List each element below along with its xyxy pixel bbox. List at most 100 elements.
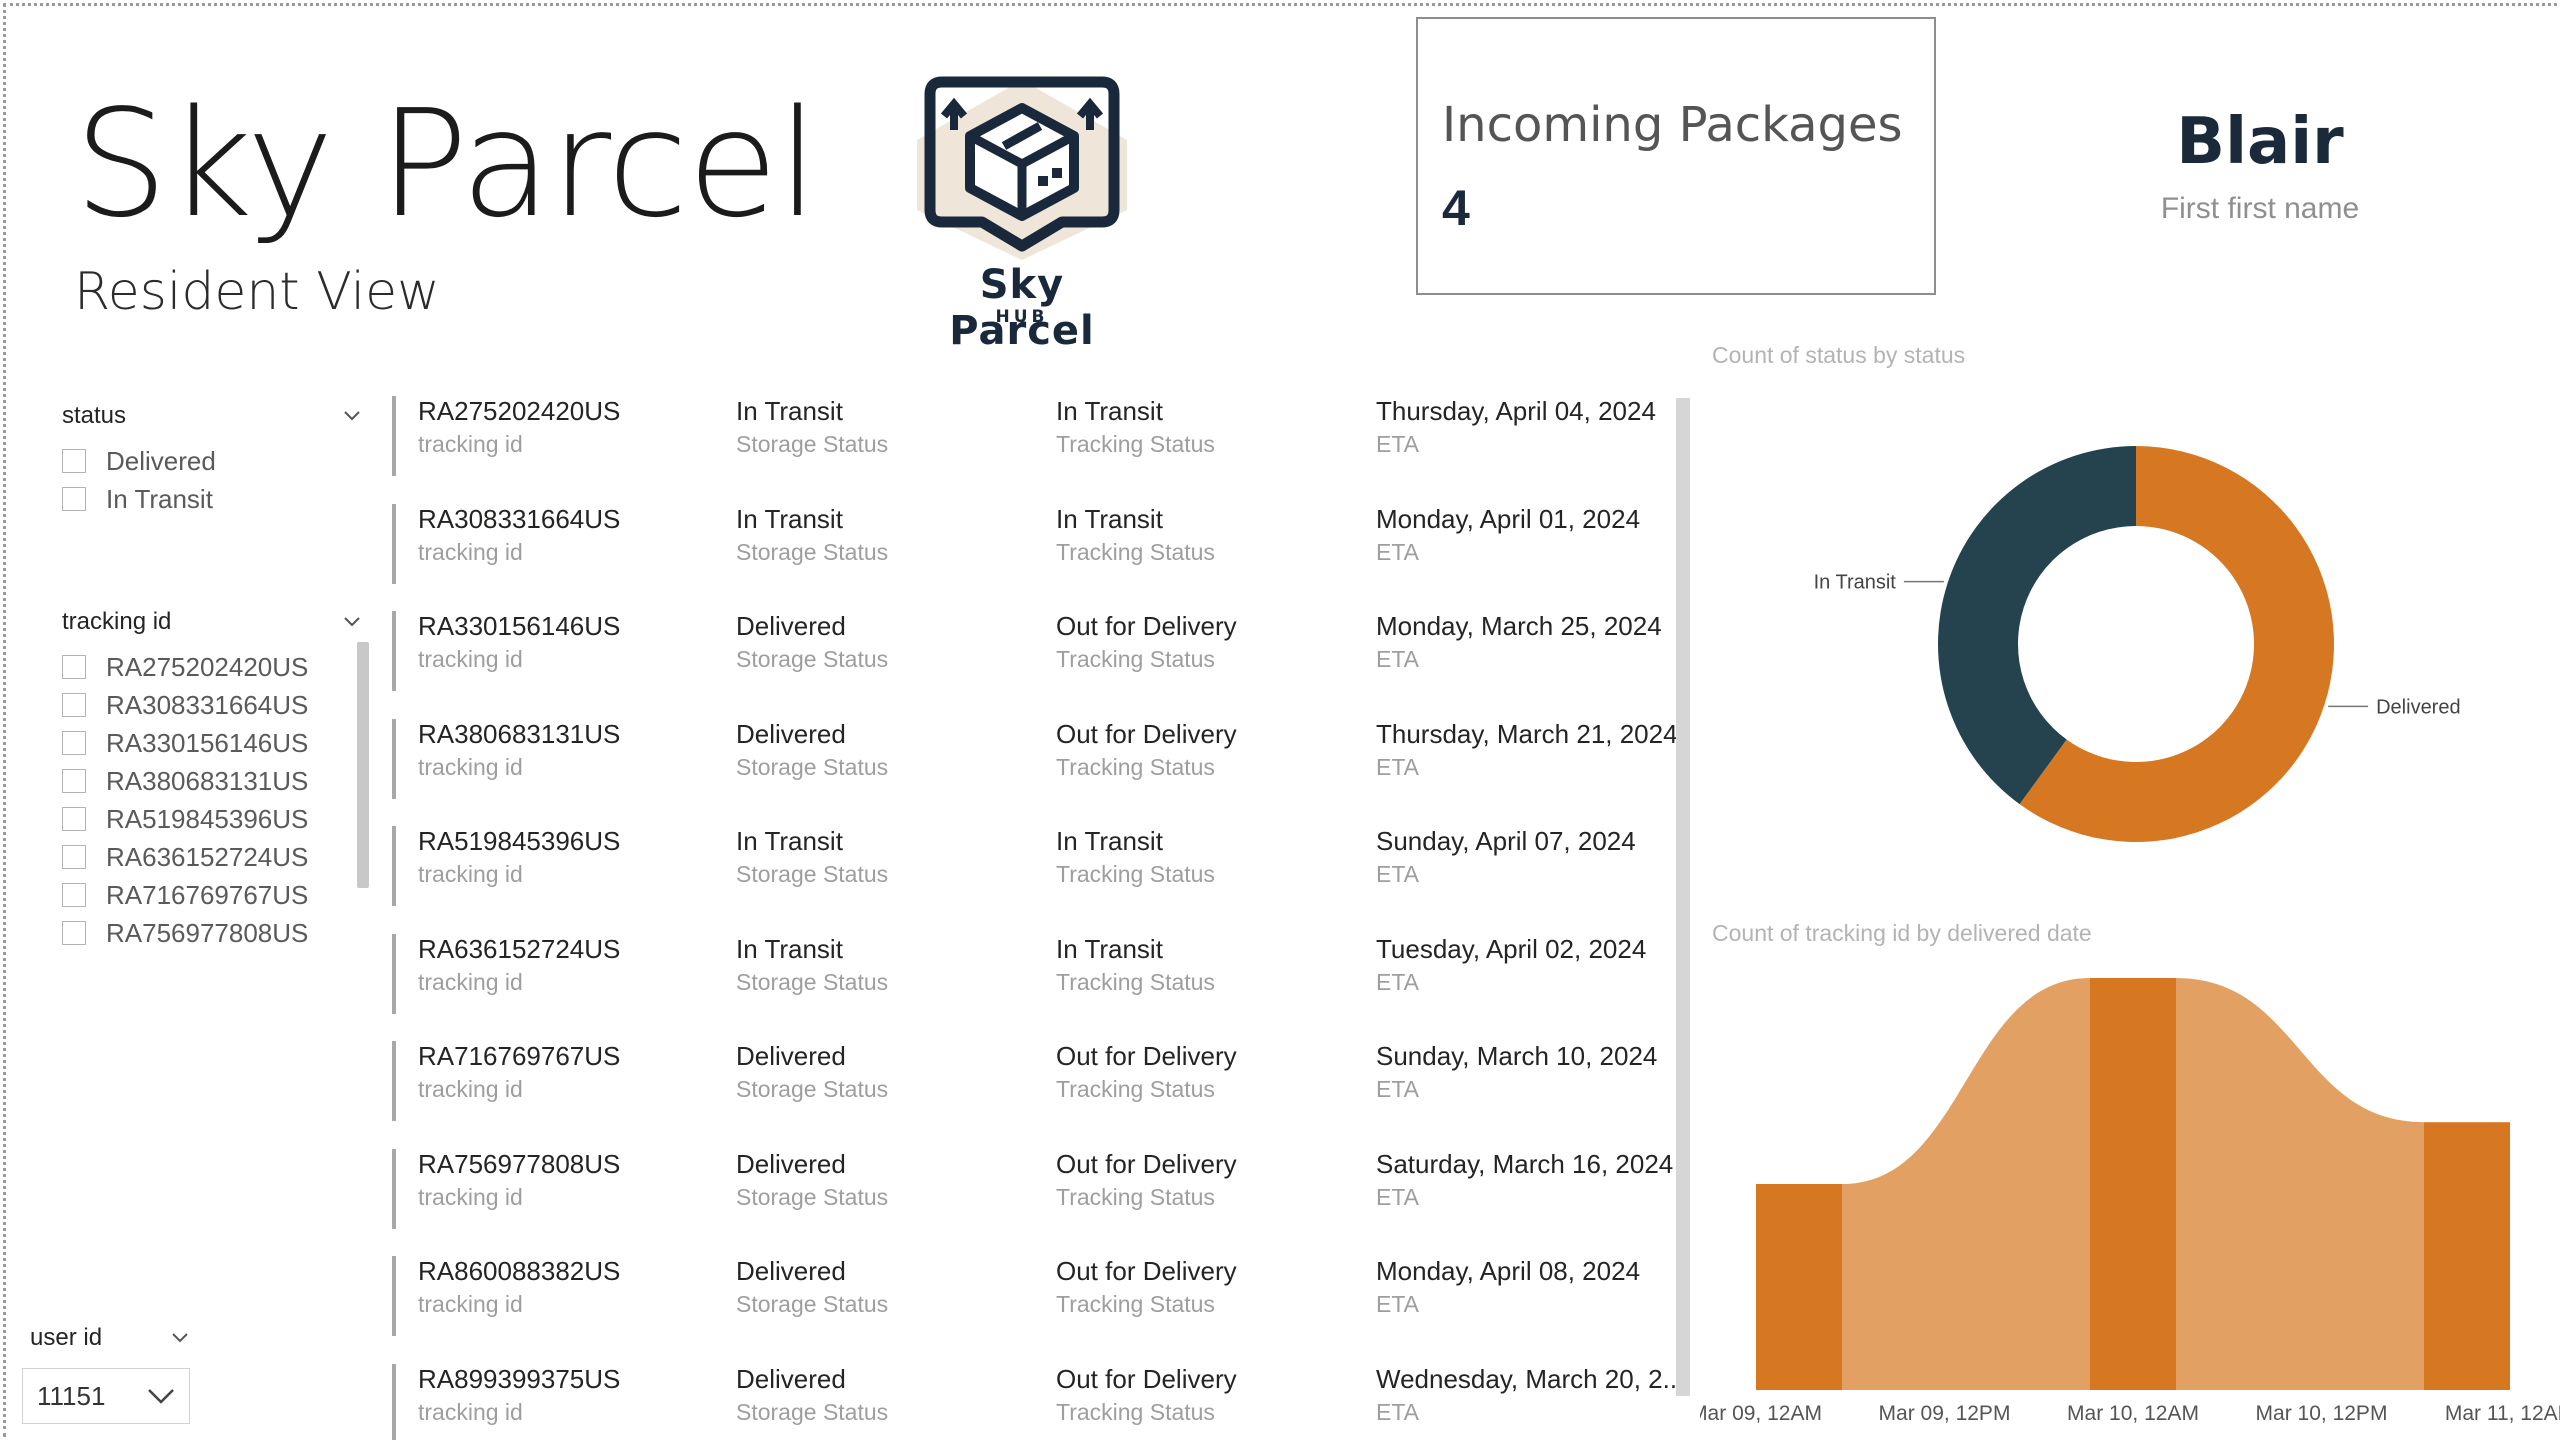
card-label: Incoming Packages: [1442, 97, 1903, 153]
user-id-slicer-header[interactable]: user id: [30, 1324, 190, 1352]
checkbox[interactable]: [62, 655, 86, 679]
donut-slice-in-transit[interactable]: [1938, 446, 2136, 805]
eta-value: Monday, April 01, 2024: [1376, 503, 1641, 534]
package-row[interactable]: RA716769767US tracking id Delivered Storage…: [392, 1041, 1682, 1121]
tracking-value: RA275202420US: [418, 396, 621, 426]
status-value: In Transit: [1056, 933, 1163, 964]
tracking-id-option-label: RA519845396US: [106, 803, 309, 834]
storage-cell: In Transit Storage Status: [736, 396, 888, 458]
storage-label: Storage Status: [736, 1076, 889, 1102]
ribbon-bar[interactable]: [2090, 978, 2176, 1390]
package-row[interactable]: RA275202420US tracking id In Transit Storag…: [392, 396, 1682, 476]
storage-label: Storage Status: [736, 753, 889, 780]
user-first-name: Blair: [2176, 105, 2344, 179]
status-cell: Out for Delivery Tracking Status: [1056, 719, 1237, 781]
checkbox[interactable]: [62, 731, 86, 755]
storage-label: Storage Status: [736, 861, 889, 887]
storage-label: Storage Status: [736, 1183, 889, 1210]
checkbox[interactable]: [62, 845, 86, 869]
checkbox[interactable]: [62, 807, 86, 831]
package-list: RA275202420US tracking id In Transit Storag…: [392, 396, 1685, 1440]
tracking-value: RA380683131US: [418, 718, 621, 749]
ribbon-bar[interactable]: [1756, 1184, 1842, 1390]
donut-chart-title: Count of status by status: [1712, 342, 1966, 368]
tracking-id-option-label: RA308331664US: [106, 689, 309, 720]
status-value: Out for Delivery: [1056, 1363, 1237, 1394]
status-option[interactable]: Delivered: [62, 442, 362, 480]
checkbox[interactable]: [62, 769, 86, 793]
ribbon-connector: [1842, 978, 2090, 1390]
tracking-id-option-label: RA756977808US: [106, 917, 309, 948]
tracking-id-option[interactable]: RA519845396US: [62, 800, 362, 838]
tracking-label: tracking id: [418, 1291, 523, 1317]
status-value: Out for Delivery: [1056, 718, 1237, 749]
x-tick-label: Mar 10, 12AM: [2067, 1402, 2199, 1425]
tracking-value: RA519845396US: [418, 826, 621, 856]
app-title: Sky Parcel: [74, 78, 818, 250]
status-option[interactable]: In Transit: [62, 480, 362, 518]
package-list-scrollbar[interactable]: [1676, 398, 1690, 1396]
tracking-id-slicer-header[interactable]: tracking id: [62, 608, 362, 636]
eta-cell: Monday, April 08, 2024 ETA: [1376, 1256, 1640, 1318]
tracking-label: tracking id: [418, 753, 523, 780]
eta-value: Monday, March 25, 2024: [1376, 611, 1662, 641]
chevron-down-icon[interactable]: [170, 1328, 190, 1348]
chevron-down-icon[interactable]: [147, 1386, 175, 1406]
tracking-id-option[interactable]: RA380683131US: [62, 762, 362, 800]
eta-value: Wednesday, March 20, 2...: [1376, 1363, 1685, 1394]
eta-label: ETA: [1376, 861, 1420, 887]
status-value: Out for Delivery: [1056, 1041, 1237, 1071]
package-row[interactable]: RA636152724US tracking id In Transit Storag…: [392, 933, 1682, 1014]
eta-value: Thursday, April 04, 2024: [1376, 396, 1656, 426]
delivered-date-ribbon-chart: Mar 09, 12AM Mar 09, 12PM Mar 10, 12AM Mar …: [1700, 978, 2560, 1425]
checkbox[interactable]: [62, 693, 86, 717]
tracking-id-slicer-title: tracking id: [62, 608, 172, 635]
incoming-packages-card: Incoming Packages 4: [1416, 17, 1936, 295]
package-row[interactable]: RA899399375US tracking id Delivered Storage…: [392, 1363, 1685, 1440]
status-slicer-header[interactable]: status: [62, 402, 362, 430]
chevron-down-icon[interactable]: [342, 612, 362, 632]
tracking-id-option[interactable]: RA716769767US: [62, 876, 362, 914]
eta-label: ETA: [1376, 538, 1420, 565]
status-cell: Out for Delivery Tracking Status: [1056, 1364, 1237, 1426]
package-row[interactable]: RA860088382US tracking id Delivered Storage…: [392, 1256, 1682, 1336]
package-row[interactable]: RA519845396US tracking id In Transit Storag…: [392, 826, 1682, 906]
tracking-id-option-label: RA716769767US: [106, 879, 309, 910]
status-cell: Out for Delivery Tracking Status: [1056, 1041, 1237, 1103]
eta-cell: Tuesday, April 02, 2024 ETA: [1376, 934, 1646, 996]
eta-label: ETA: [1376, 1076, 1420, 1102]
status-option-label: In Transit: [106, 483, 213, 514]
tracking-id-option[interactable]: RA756977808US: [62, 914, 362, 952]
storage-cell: Delivered Storage Status: [736, 719, 888, 781]
storage-cell: Delivered Storage Status: [736, 1149, 888, 1211]
package-row[interactable]: RA380683131US tracking id Delivered Storage…: [392, 718, 1682, 799]
package-row[interactable]: RA308331664US tracking id In Transit Storag…: [392, 503, 1682, 584]
tracking-cell: RA275202420US tracking id: [418, 396, 620, 458]
chevron-down-icon[interactable]: [342, 406, 362, 426]
tracking-id-option[interactable]: RA275202420US: [62, 648, 362, 686]
user-id-dropdown[interactable]: 11151: [22, 1368, 190, 1424]
status-label: Tracking Status: [1056, 753, 1215, 780]
package-row[interactable]: RA330156146US tracking id Delivered Storage…: [392, 611, 1682, 691]
tracking-slicer-scrollbar[interactable]: [357, 642, 369, 888]
storage-value: Delivered: [736, 1041, 846, 1071]
tracking-label: tracking id: [418, 968, 523, 995]
tracking-id-option[interactable]: RA636152724US: [62, 838, 362, 876]
tracking-id-option[interactable]: RA330156146US: [62, 724, 362, 762]
tracking-value: RA899399375US: [418, 1363, 621, 1394]
checkbox[interactable]: [62, 449, 86, 473]
x-tick-label: Mar 09, 12PM: [1879, 1402, 2011, 1425]
tracking-id-option[interactable]: RA308331664US: [62, 686, 362, 724]
status-donut-chart: Delivered In Transit: [1814, 446, 2461, 842]
ribbon-bar[interactable]: [2424, 1122, 2510, 1390]
checkbox[interactable]: [62, 883, 86, 907]
eta-label: ETA: [1376, 1183, 1420, 1210]
storage-value: Delivered: [736, 718, 846, 749]
checkbox[interactable]: [62, 487, 86, 511]
tracking-label: tracking id: [418, 861, 523, 887]
tracking-value: RA636152724US: [418, 933, 621, 964]
package-row[interactable]: RA756977808US tracking id Delivered Storage…: [392, 1148, 1682, 1229]
storage-cell: Delivered Storage Status: [736, 1364, 888, 1426]
checkbox[interactable]: [62, 921, 86, 945]
user-id-slicer: user id: [30, 1324, 190, 1352]
